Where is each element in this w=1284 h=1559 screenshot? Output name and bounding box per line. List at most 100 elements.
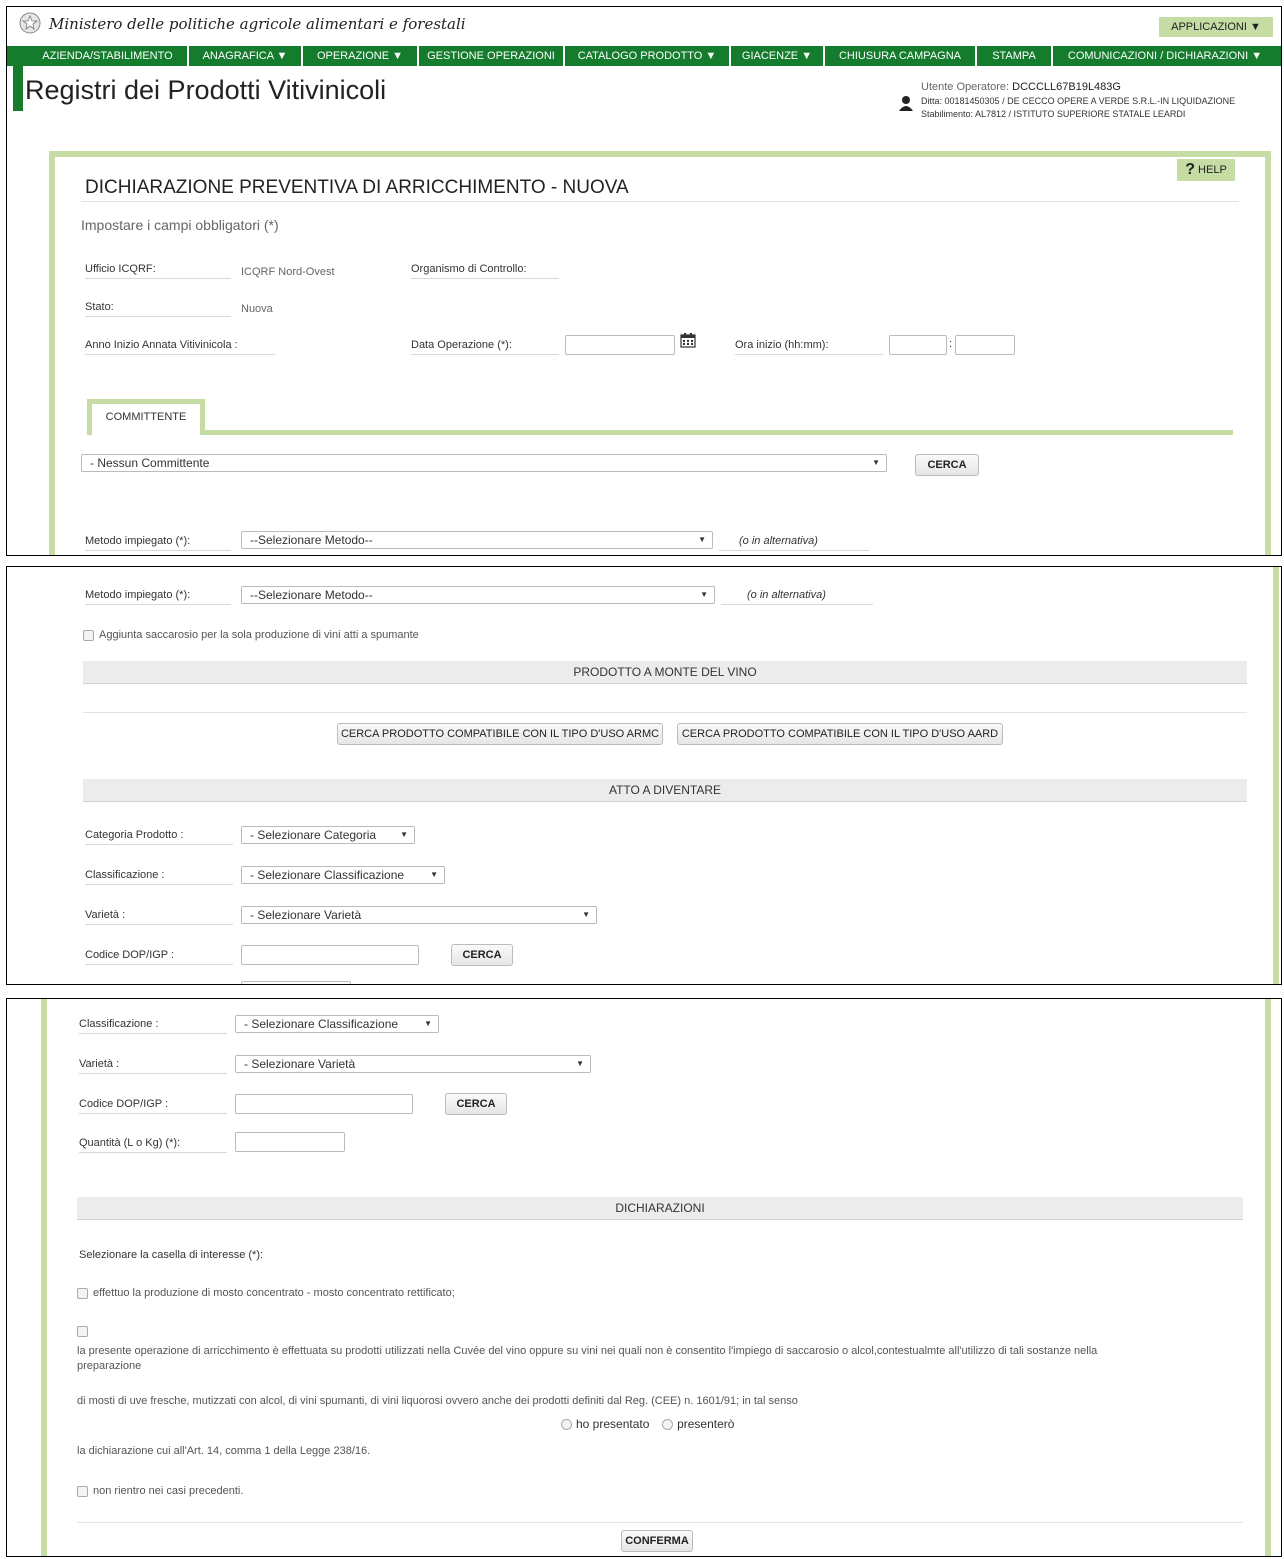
screenshot-panel-3: Classificazione : - Selezionare Classifi…: [6, 998, 1282, 1557]
categoria-select-value: - Selezionare Categoria: [250, 828, 377, 842]
quantita-input[interactable]: [235, 1132, 345, 1152]
dichiarazione-2-line1: la presente operazione di arricchimento …: [77, 1345, 1098, 1357]
help-button[interactable]: ? HELP: [1177, 159, 1235, 181]
frame-right: [1273, 567, 1279, 984]
presentazione-radio-group[interactable]: ho presentato presenterò: [561, 1417, 734, 1431]
ho-presentato-radio[interactable]: [561, 1419, 572, 1431]
section-dichiarazioni: DICHIARAZIONI: [77, 1197, 1243, 1220]
stato-label: Stato:: [85, 301, 231, 317]
codice-label: Codice DOP/IGP :: [85, 949, 233, 965]
ufficio-label: Ufficio ICQRF:: [85, 263, 231, 279]
chevron-down-icon: ▼: [700, 590, 708, 599]
divider: [77, 1522, 1243, 1523]
nav-divider: [823, 46, 825, 66]
codice-dop-input[interactable]: [241, 945, 419, 965]
chevron-down-icon: ▼: [698, 535, 706, 544]
title-accent: [13, 66, 23, 111]
chevron-down-icon: ▼: [424, 1019, 432, 1028]
dichiarazione-1-checkbox[interactable]: [77, 1287, 88, 1299]
screenshot-panel-2: Metodo impiegato (*): --Selezionare Meto…: [6, 566, 1282, 985]
screenshot-panel-1: Ministero delle politiche agricole alime…: [6, 6, 1282, 556]
page-title: Registri dei Prodotti Vitivinicoli: [25, 75, 387, 105]
classificazione-select[interactable]: - Selezionare Classificazione ▼: [235, 1015, 439, 1033]
chevron-down-icon: ▼: [430, 870, 438, 879]
saccarosio-label: Aggiunta saccarosio per la sola produzio…: [99, 629, 419, 641]
nav-chiusura-campagna[interactable]: CHIUSURA CAMPAGNA: [827, 46, 973, 66]
nav-tabs: AZIENDA/STABILIMENTO ANAGRAFICA ▼ OPERAZ…: [7, 46, 1281, 66]
anno-label: Anno Inizio Annata Vitivinicola :: [85, 339, 275, 355]
classificazione-select[interactable]: - Selezionare Classificazione ▼: [241, 866, 445, 884]
user-stabilimento: Stabilimento: AL7812 / ISTITUTO SUPERIOR…: [921, 109, 1186, 119]
nav-stampa[interactable]: STAMPA: [979, 46, 1049, 66]
frame-left: [41, 999, 47, 1556]
ora-inizio-label: Ora inizio (hh:mm):: [735, 339, 883, 355]
ministry-title: Ministero delle politiche agricole alime…: [49, 15, 466, 33]
chevron-down-icon: ▼: [582, 910, 590, 919]
dichiarazione-2-line2: preparazione: [77, 1360, 142, 1372]
form-subtitle: Impostare i campi obbligatori (*): [81, 217, 279, 233]
classificazione-label: Classificazione :: [85, 869, 233, 885]
dichiarazione-2-checkbox-row[interactable]: [77, 1325, 93, 1337]
quantita-label: Quantità (L o Kg) (*):: [79, 1137, 227, 1153]
committente-select[interactable]: - Nessun Committente ▼: [81, 454, 887, 472]
section-prodotto-monte: PRODOTTO A MONTE DEL VINO: [83, 661, 1247, 684]
dichiarazione-2-line3: di mosti di uve fresche, mutizzati con a…: [77, 1395, 798, 1407]
nav-gestione-operazioni[interactable]: GESTIONE OPERAZIONI: [421, 46, 561, 66]
metodo-select-value: --Selezionare Metodo--: [250, 533, 373, 547]
nav-giacenze[interactable]: GIACENZE ▼: [733, 46, 821, 66]
tab-underline: [203, 430, 1233, 435]
nav-azienda-stabilimento[interactable]: AZIENDA/STABILIMENTO: [31, 46, 184, 66]
calendar-icon[interactable]: [680, 332, 696, 348]
saccarosio-option[interactable]: Aggiunta saccarosio per la sola produzio…: [83, 629, 419, 641]
metodo-select-value: --Selezionare Metodo--: [250, 588, 373, 602]
ora-hours-input[interactable]: [889, 335, 947, 355]
varieta-label: Varietà :: [85, 909, 233, 925]
nav-anagrafica[interactable]: ANAGRAFICA ▼: [191, 46, 299, 66]
ora-minutes-input[interactable]: [955, 335, 1015, 355]
dichiarazione-1[interactable]: effettuo la produzione di mosto concentr…: [77, 1287, 455, 1299]
tab-committente[interactable]: COMMITTENTE: [87, 399, 205, 435]
nav-divider: [417, 46, 419, 66]
nav-divider: [1051, 46, 1053, 66]
cerca-aard-button[interactable]: CERCA PRODOTTO COMPATIBILE CON IL TIPO D…: [677, 723, 1003, 745]
conferma-button[interactable]: CONFERMA: [621, 1530, 693, 1552]
varieta-select[interactable]: - Selezionare Varietà ▼: [241, 906, 597, 924]
nav-divider: [301, 46, 303, 66]
categoria-select[interactable]: - Selezionare Categoria ▼: [241, 826, 415, 844]
categoria-label: Categoria Prodotto :: [85, 829, 233, 845]
nav-divider: [975, 46, 977, 66]
cerca-committente-button[interactable]: CERCA: [915, 454, 979, 476]
applications-menu[interactable]: APPLICAZIONI ▼: [1159, 17, 1273, 37]
ufficio-value: ICQRF Nord-Ovest: [241, 266, 335, 278]
dichiarazione-2-checkbox[interactable]: [77, 1325, 88, 1337]
cerca-codice-button[interactable]: CERCA: [445, 1093, 507, 1115]
user-operator-value: DCCCLL67B19L483G: [1012, 81, 1121, 93]
data-operazione-input[interactable]: [565, 335, 675, 355]
nav-divider: [729, 46, 731, 66]
time-separator: :: [949, 338, 953, 350]
varieta-select[interactable]: - Selezionare Varietà ▼: [235, 1055, 591, 1073]
presentero-radio[interactable]: [662, 1419, 674, 1431]
dichiarazione-3-label: non rientro nei casi precedenti.: [93, 1485, 244, 1497]
user-operator-label: Utente Operatore:: [921, 81, 1010, 93]
cerca-codice-button[interactable]: CERCA: [451, 944, 513, 966]
varieta-select-value: - Selezionare Varietà: [244, 1057, 356, 1071]
nav-comunicazioni-dichiarazioni[interactable]: COMUNICAZIONI / DICHIARAZIONI ▼: [1055, 46, 1275, 66]
tab-committente-label: COMMITTENTE: [105, 411, 187, 423]
dichiarazione-3[interactable]: non rientro nei casi precedenti.: [77, 1485, 243, 1497]
codice-dop-input[interactable]: [235, 1094, 413, 1114]
frame-right: [1265, 151, 1271, 555]
metodo-select[interactable]: --Selezionare Metodo-- ▼: [241, 586, 715, 604]
quantita-input[interactable]: [241, 981, 351, 984]
saccarosio-checkbox[interactable]: [83, 629, 94, 641]
dichiarazione-1-label: effettuo la produzione di mosto concentr…: [93, 1287, 455, 1299]
cerca-armc-button[interactable]: CERCA PRODOTTO COMPATIBILE CON IL TIPO D…: [337, 723, 663, 745]
metodo-select[interactable]: --Selezionare Metodo-- ▼: [241, 531, 713, 549]
nav-catalogo-prodotto[interactable]: CATALOGO PRODOTTO ▼: [567, 46, 727, 66]
classificazione-label: Classificazione :: [79, 1018, 227, 1034]
user-ditta: Ditta: 00181450305 / DE CECCO OPERE A VE…: [921, 96, 1236, 106]
organismo-label: Organismo di Controllo:: [411, 263, 559, 279]
chevron-down-icon: ▼: [872, 458, 880, 467]
dichiarazione-3-checkbox[interactable]: [77, 1485, 88, 1497]
nav-operazione[interactable]: OPERAZIONE ▼: [305, 46, 415, 66]
